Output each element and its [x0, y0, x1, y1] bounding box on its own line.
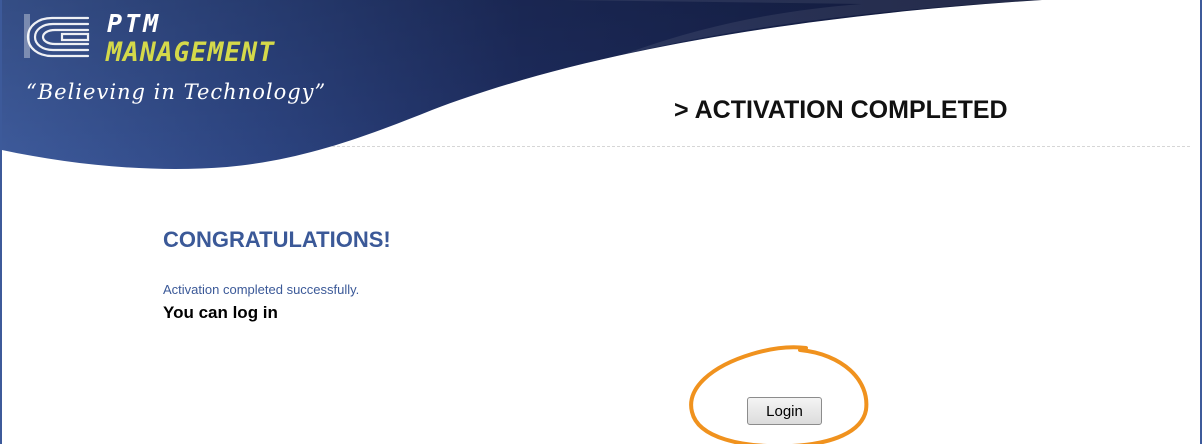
congratulations-heading: CONGRATULATIONS! — [163, 227, 391, 252]
activation-page: PTM MANAGEMENT “Believing in Technology”… — [0, 0, 1202, 444]
brand-name-top: PTM — [107, 9, 162, 38]
ptm-logo-icon — [24, 14, 90, 58]
highlight-annotation — [689, 345, 869, 444]
page-title: > ACTIVATION COMPLETED — [674, 96, 1008, 124]
brand-tagline: “Believing in Technology” — [26, 80, 327, 104]
login-prompt: You can log in — [163, 303, 278, 322]
brand-name-bottom: MANAGEMENT — [106, 37, 276, 68]
success-message: Activation completed successfully. — [163, 282, 360, 297]
header-divider — [332, 146, 1190, 147]
